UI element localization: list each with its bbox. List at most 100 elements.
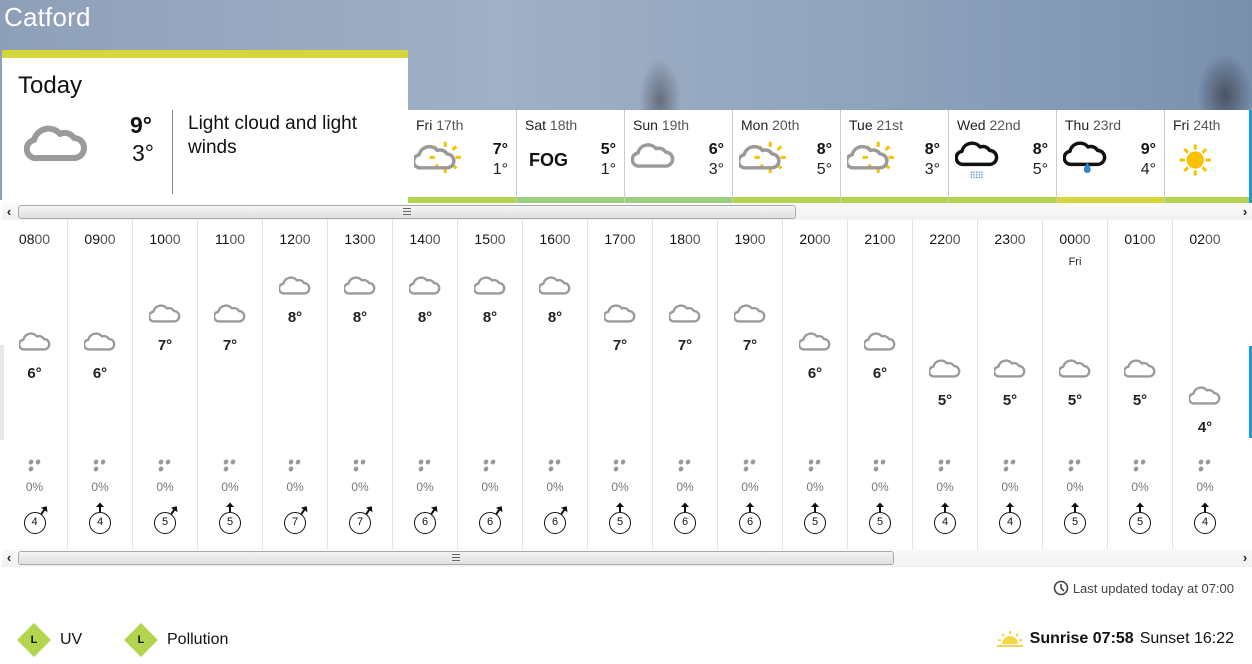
day-card[interactable]: Wed 22nd 8° 5°	[948, 110, 1056, 204]
day-card[interactable]: Mon 20th 8° 5°	[732, 110, 840, 204]
day-low-temp: 4°	[1140, 161, 1156, 178]
scroll-left-arrow[interactable]: ‹	[2, 203, 16, 221]
day-card[interactable]: Fri 17th 7° 1°	[408, 110, 516, 204]
hour-column[interactable]: 0800 6° 0% 4	[2, 220, 67, 550]
raindrops-icon	[1198, 459, 1211, 472]
grip-icon	[403, 208, 411, 216]
day-card[interactable]: Thu 23rd 9° 4°	[1056, 110, 1164, 204]
light-cloud-icon	[409, 276, 441, 295]
hour-time: 2200	[929, 231, 961, 247]
hour-day-label: Fri	[1068, 256, 1082, 268]
wind-indicator: 6	[541, 502, 569, 536]
daily-scroll-thumb[interactable]	[18, 205, 796, 219]
rain-probability: 0%	[221, 480, 239, 494]
sunny-intervals-icon	[847, 141, 894, 173]
rain-probability: 0%	[1196, 480, 1214, 494]
day-label: Mon 20th	[741, 117, 800, 133]
scroll-left-arrow[interactable]: ‹	[2, 549, 16, 567]
hour-temp: 5°	[1132, 392, 1148, 409]
wind-indicator: 5	[801, 502, 829, 536]
hour-column[interactable]: 2100 6° 0% 5	[847, 220, 912, 550]
day-low-temp: 5°	[816, 161, 832, 178]
rain-probability: 0%	[871, 480, 889, 494]
wind-indicator: 4	[931, 502, 959, 536]
wind-speed: 7	[349, 512, 371, 534]
daily-scrollbar[interactable]: ‹ ›	[2, 203, 1252, 221]
wind-indicator: 5	[1126, 502, 1154, 536]
hour-temp: 7°	[222, 337, 238, 354]
hour-time: 2000	[799, 231, 831, 247]
day-card[interactable]: Sat 18th FOG 5° 1°	[516, 110, 624, 204]
uv-level: L	[30, 634, 38, 646]
light-cloud-icon	[149, 304, 181, 323]
rain-probability: 0%	[1131, 480, 1149, 494]
sunny-icon	[1179, 144, 1211, 176]
hour-column[interactable]: 1800 7° 0% 6	[652, 220, 717, 550]
hour-time: 1600	[539, 231, 571, 247]
hour-time: 0100	[1124, 231, 1156, 247]
raindrops-icon	[158, 459, 171, 472]
rain-probability: 0%	[546, 480, 564, 494]
wind-speed: 5	[609, 512, 631, 534]
hour-time: 1900	[734, 231, 766, 247]
rain-probability: 0%	[676, 480, 694, 494]
hour-column[interactable]: 1100 7° 0% 5	[197, 220, 262, 550]
hour-temp: 6°	[27, 365, 42, 382]
hour-temp: 7°	[157, 337, 173, 354]
light-cloud-icon	[474, 276, 506, 295]
day-label: Wed 22nd	[957, 117, 1021, 133]
hour-column[interactable]: 0000 Fri 5° 0% 5	[1042, 220, 1107, 550]
light-cloud-icon	[631, 143, 675, 168]
raindrops-icon	[418, 459, 431, 472]
hour-temp: 7°	[742, 337, 758, 354]
day-card[interactable]: Sun 19th 6° 3°	[624, 110, 732, 204]
hourly-scrollbar[interactable]: ‹ ›	[2, 549, 1252, 567]
wind-speed: 5	[219, 512, 241, 534]
light-cloud-icon	[1124, 359, 1156, 378]
hour-column[interactable]: 1700 7° 0% 5	[587, 220, 652, 550]
wind-indicator: 5	[1061, 502, 1089, 536]
hour-column[interactable]: 1600 8° 0% 6	[522, 220, 587, 550]
day-high-temp: 7°	[492, 141, 508, 158]
hour-column[interactable]: 1300 8° 0% 7	[327, 220, 392, 550]
pollution-badge[interactable]: L Pollution	[124, 623, 228, 657]
light-cloud-icon	[214, 304, 246, 323]
hour-column[interactable]: 1500 8° 0% 6	[457, 220, 522, 550]
uv-level-diamond: L	[17, 623, 51, 657]
hour-column[interactable]: 1200 8° 0% 7	[262, 220, 327, 550]
hour-time: 1100	[214, 231, 246, 247]
rain-probability: 0%	[351, 480, 369, 494]
hourly-scroll-thumb[interactable]	[18, 551, 894, 565]
hour-column[interactable]: 0100 5° 0% 5	[1107, 220, 1172, 550]
wind-speed: 6	[739, 512, 761, 534]
hour-column[interactable]: 0900 6° 0% 4	[67, 220, 132, 550]
raindrops-icon	[938, 459, 951, 472]
light-cloud-icon	[994, 359, 1026, 378]
hour-column[interactable]: 1000 7° 0% 5	[132, 220, 197, 550]
hour-column[interactable]: 2000 6° 0% 5	[782, 220, 847, 550]
hourly-forecast: 0800 6° 0% 4 0900 6° 0% 4 1000 7° 0% 5 1…	[2, 220, 1252, 550]
hour-column[interactable]: 2200 5° 0% 4	[912, 220, 977, 550]
day-card[interactable]: Tue 21st 8° 3°	[840, 110, 948, 204]
today-card[interactable]: Today 9° 3° Light cloud and light winds	[2, 50, 408, 200]
raindrops-icon	[483, 459, 496, 472]
wind-speed: 5	[1129, 512, 1151, 534]
hour-column[interactable]: 1400 8° 0% 6	[392, 220, 457, 550]
drizzle-icon	[955, 141, 999, 179]
hour-column[interactable]: 2300 5° 0% 4	[977, 220, 1042, 550]
wind-speed: 4	[999, 512, 1021, 534]
wind-speed: 4	[23, 512, 46, 534]
uv-badge[interactable]: L UV	[17, 623, 82, 657]
scroll-right-arrow[interactable]: ›	[1238, 203, 1252, 221]
hour-time: 0000	[1059, 231, 1091, 247]
hour-column[interactable]: 1900 7° 0% 6	[717, 220, 782, 550]
day-low-temp: 3°	[708, 161, 724, 178]
hour-time: 0900	[84, 231, 116, 247]
hour-column[interactable]: 0200 4° 0% 4	[1172, 220, 1237, 550]
scroll-right-arrow[interactable]: ›	[1238, 549, 1252, 567]
pollution-level: L	[137, 634, 145, 646]
rain-probability: 0%	[1066, 480, 1084, 494]
hour-time: 1200	[279, 231, 311, 247]
day-card[interactable]: Fri 24th8°4°	[1164, 110, 1252, 204]
sunrise-icon	[996, 631, 1023, 647]
